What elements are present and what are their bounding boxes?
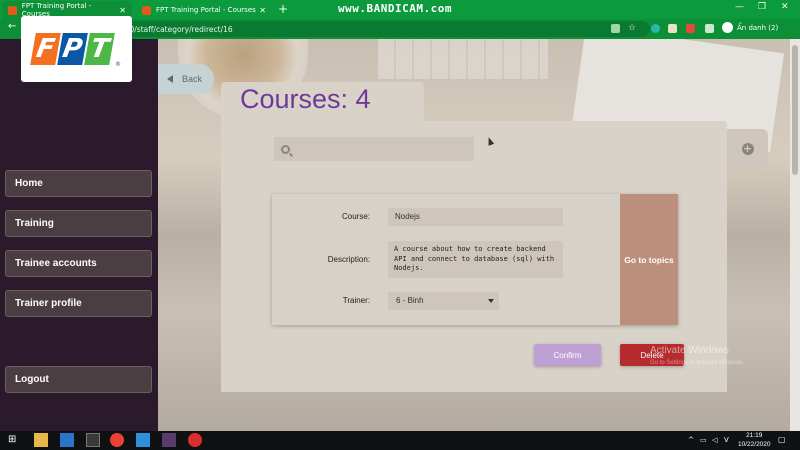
plus-circle-icon: + xyxy=(741,142,754,155)
trainer-selected-value: 6 - Binh xyxy=(396,296,424,305)
translate-icon[interactable] xyxy=(611,24,620,33)
profile-button[interactable]: Ẩn danh (2) xyxy=(722,22,778,33)
trainer-select[interactable]: 6 - Binh xyxy=(388,292,499,310)
favicon-icon xyxy=(142,5,151,15)
terminal-icon[interactable] xyxy=(86,433,100,447)
file-explorer-icon[interactable] xyxy=(34,433,48,447)
activate-windows-watermark: Activate Windows xyxy=(650,345,729,356)
recorder-watermark: www.BANDICAM.com xyxy=(338,2,452,15)
mail-icon[interactable] xyxy=(60,433,74,447)
extension-icon[interactable] xyxy=(686,24,695,33)
browser-tab[interactable]: FPT Training Portal - Courses ✕ xyxy=(136,1,272,19)
star-icon[interactable]: ☆ xyxy=(628,24,637,33)
tab-title: FPT Training Portal - Courses xyxy=(156,6,256,14)
close-tab-icon[interactable]: ✕ xyxy=(119,6,126,15)
app-icon[interactable] xyxy=(162,433,176,447)
add-course-button[interactable]: + xyxy=(727,129,768,169)
ime-icon[interactable]: V xyxy=(724,433,738,447)
logout-button[interactable]: Logout xyxy=(5,366,152,393)
fpt-logo[interactable]: F P T ® xyxy=(21,16,132,82)
back-nav-icon[interactable]: ← xyxy=(8,21,16,32)
chrome-icon[interactable] xyxy=(110,433,124,447)
back-arrow-icon xyxy=(167,75,173,83)
new-tab-button[interactable]: + xyxy=(278,2,288,16)
description-label: Description: xyxy=(327,255,370,264)
keyboard-decoration xyxy=(378,39,548,79)
notification-icon[interactable]: ▢ xyxy=(778,433,792,447)
activate-windows-subtext: Go to Settings to activate Windows. xyxy=(650,360,745,366)
registered-mark: ® xyxy=(115,61,121,68)
clock-date: 10/22/2020 xyxy=(738,441,771,448)
course-name-field[interactable]: Nodejs xyxy=(388,208,563,226)
back-label: Back xyxy=(182,74,203,84)
search-icon xyxy=(281,144,290,154)
sidebar-item-training[interactable]: Training xyxy=(5,210,152,237)
back-button[interactable]: Back xyxy=(158,64,214,94)
minimize-icon[interactable]: — xyxy=(735,2,744,12)
close-window-icon[interactable]: ✕ xyxy=(781,2,789,12)
profile-label: Ẩn danh (2) xyxy=(737,23,779,32)
search-input[interactable] xyxy=(274,137,474,161)
puzzle-icon[interactable] xyxy=(705,24,714,33)
logo-letter-f: F xyxy=(30,33,61,65)
extension-icon[interactable] xyxy=(651,24,660,33)
logo-letter-p: P xyxy=(57,33,88,65)
sidebar-item-trainer-profile[interactable]: Trainer profile xyxy=(5,290,152,317)
course-label: Course: xyxy=(341,212,370,221)
go-to-topics-button[interactable]: Go to topics xyxy=(620,194,678,325)
sidebar-item-trainee-accounts[interactable]: Trainee accounts xyxy=(5,250,152,277)
favicon-icon xyxy=(8,5,17,15)
windows-start-icon[interactable]: ⊞ xyxy=(8,433,22,447)
sidebar-item-home[interactable]: Home xyxy=(5,170,152,197)
clock-time: 21:19 xyxy=(746,432,763,439)
description-field[interactable]: A course about how to create backend API… xyxy=(388,241,563,278)
chevron-down-icon xyxy=(488,299,494,303)
record-icon[interactable] xyxy=(188,433,202,447)
address-bar[interactable]: localhost:8080/staff/category/redirect/1… xyxy=(58,21,650,37)
maximize-icon[interactable]: ❐ xyxy=(758,2,766,12)
page-title: Courses: 4 xyxy=(240,84,371,114)
scrollbar-thumb[interactable] xyxy=(792,45,798,175)
trainer-label: Trainer: xyxy=(342,296,370,305)
close-tab-icon[interactable]: ✕ xyxy=(259,6,266,15)
vscode-icon[interactable] xyxy=(136,433,150,447)
logo-letter-t: T xyxy=(84,33,115,65)
extension-icon[interactable] xyxy=(668,24,677,33)
confirm-button[interactable]: Confirm xyxy=(534,344,601,366)
avatar-icon xyxy=(722,22,733,33)
taskbar-clock[interactable]: 21:19 10/22/2020 xyxy=(738,431,771,449)
